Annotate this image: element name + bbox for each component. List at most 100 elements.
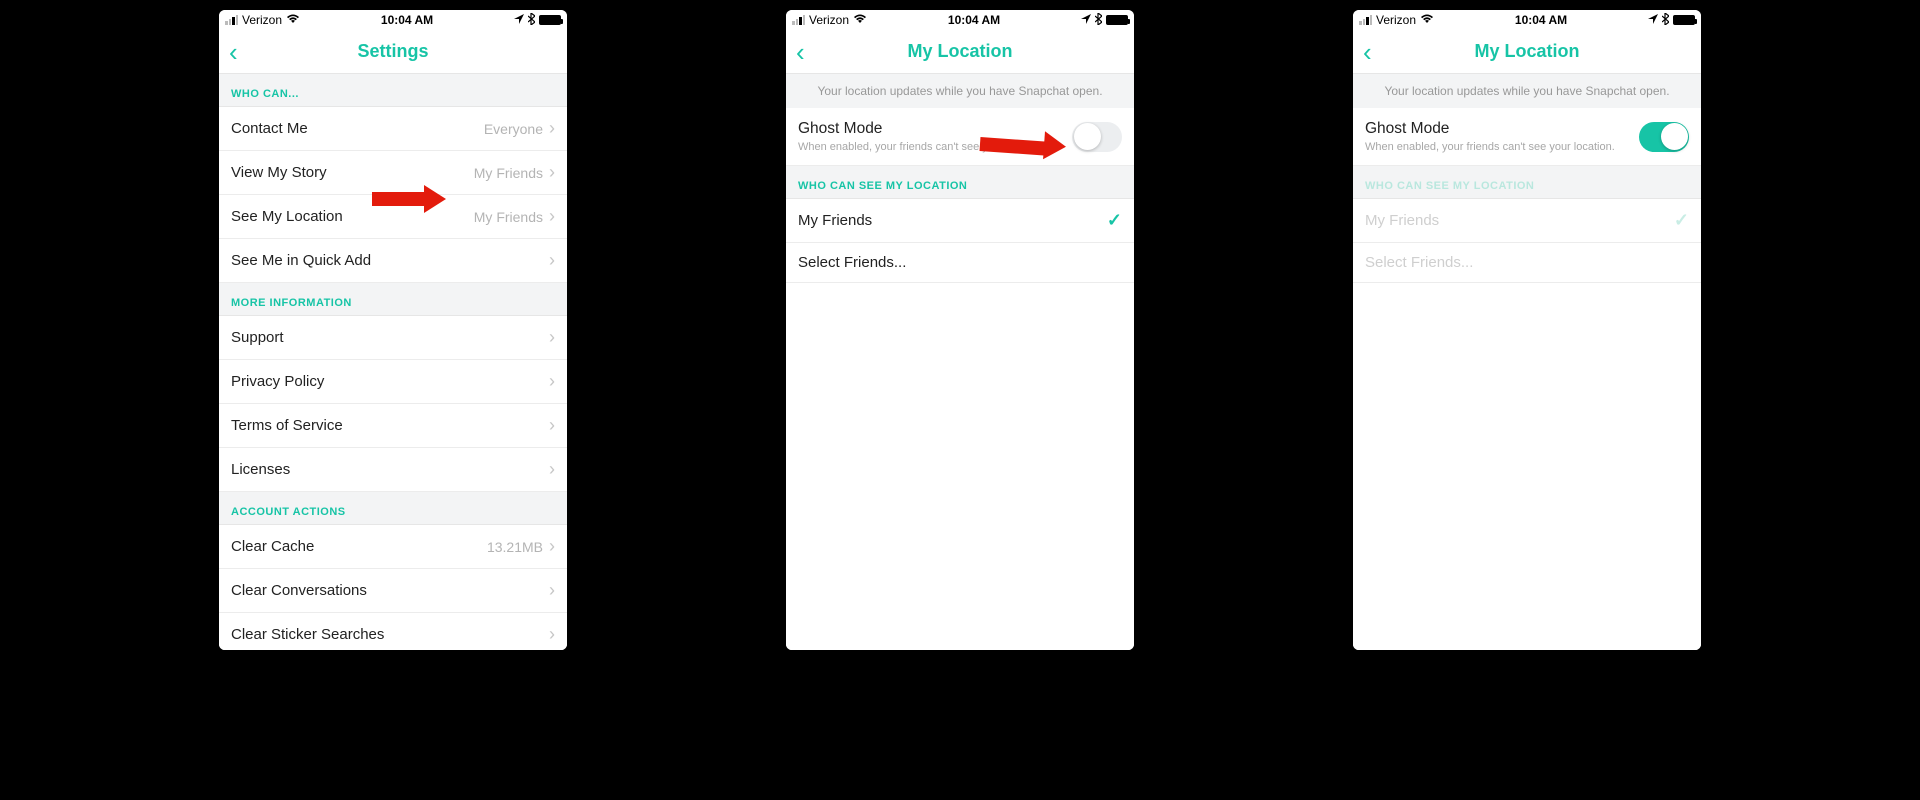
row-label: Contact Me	[231, 120, 308, 137]
page-title: My Location	[907, 41, 1012, 62]
check-icon: ✓	[1107, 210, 1122, 231]
status-left: Verizon	[792, 13, 867, 27]
section-header: WHO CAN SEE MY LOCATION	[1353, 166, 1701, 199]
nav-bar: ‹ My Location	[786, 30, 1134, 74]
back-icon[interactable]: ‹	[1363, 39, 1372, 65]
chevron-right-icon: ›	[549, 624, 555, 645]
status-time: 10:04 AM	[1515, 13, 1567, 27]
signal-icon	[1359, 15, 1372, 25]
row-label: My Friends	[798, 212, 872, 229]
settings-row[interactable]: Licenses ›	[219, 448, 567, 492]
ghost-mode-title: Ghost Mode	[798, 120, 1048, 138]
info-text: Your location updates while you have Sna…	[1353, 74, 1701, 108]
bluetooth-icon	[528, 13, 535, 28]
signal-icon	[225, 15, 238, 25]
ghost-mode-title: Ghost Mode	[1365, 120, 1615, 138]
carrier-label: Verizon	[809, 13, 849, 27]
row-label: Privacy Policy	[231, 373, 324, 390]
row-value: ›	[549, 250, 555, 271]
row-label: Terms of Service	[231, 417, 343, 434]
carrier-label: Verizon	[242, 13, 282, 27]
row-value: My Friends›	[474, 162, 555, 183]
phone-location-on: Verizon 10:04 AM ‹ My Location Your loca…	[1353, 10, 1701, 650]
status-time: 10:04 AM	[381, 13, 433, 27]
battery-icon	[539, 15, 561, 25]
location-option-row[interactable]: My Friends ✓	[786, 199, 1134, 243]
location-icon	[514, 13, 524, 27]
check-icon: ✓	[1674, 210, 1689, 231]
back-icon[interactable]: ‹	[229, 39, 238, 65]
row-value: ›	[549, 327, 555, 348]
status-right	[1081, 13, 1128, 28]
location-panel: Your location updates while you have Sna…	[786, 74, 1134, 650]
chevron-right-icon: ›	[549, 415, 555, 436]
status-right	[1648, 13, 1695, 28]
chevron-right-icon: ›	[549, 580, 555, 601]
row-value: Everyone›	[484, 118, 555, 139]
row-label: Support	[231, 329, 284, 346]
ghost-mode-toggle[interactable]	[1072, 122, 1122, 152]
chevron-right-icon: ›	[549, 459, 555, 480]
settings-row[interactable]: Contact Me Everyone›	[219, 107, 567, 151]
row-label: Licenses	[231, 461, 290, 478]
wifi-icon	[853, 14, 867, 27]
bluetooth-icon	[1095, 13, 1102, 28]
chevron-right-icon: ›	[549, 118, 555, 139]
ghost-mode-row: Ghost Mode When enabled, your friends ca…	[1353, 108, 1701, 166]
status-bar: Verizon 10:04 AM	[1353, 10, 1701, 30]
info-text: Your location updates while you have Sna…	[786, 74, 1134, 108]
settings-row[interactable]: Clear Cache13.21MB›	[219, 525, 567, 569]
row-label: See Me in Quick Add	[231, 252, 371, 269]
wifi-icon	[286, 14, 300, 27]
row-value: ›	[549, 459, 555, 480]
row-value: ›	[549, 415, 555, 436]
phone-location-off: Verizon 10:04 AM ‹ My Location Your loca…	[786, 10, 1134, 650]
settings-row[interactable]: Clear Conversations ›	[219, 569, 567, 613]
signal-icon	[792, 15, 805, 25]
chevron-right-icon: ›	[549, 327, 555, 348]
status-left: Verizon	[225, 13, 300, 27]
row-label: Clear Conversations	[231, 582, 367, 599]
section-header: MORE INFORMATION	[219, 283, 567, 316]
row-label: Select Friends...	[1365, 254, 1473, 271]
carrier-label: Verizon	[1376, 13, 1416, 27]
row-label: My Friends	[1365, 212, 1439, 229]
ghost-mode-toggle[interactable]	[1639, 122, 1689, 152]
section-header: WHO CAN...	[219, 74, 567, 107]
battery-icon	[1673, 15, 1695, 25]
settings-row[interactable]: Privacy Policy ›	[219, 360, 567, 404]
nav-bar: ‹ My Location	[1353, 30, 1701, 74]
location-option-row: My Friends ✓	[1353, 199, 1701, 243]
settings-row[interactable]: Clear Sticker Searches ›	[219, 613, 567, 650]
battery-icon	[1106, 15, 1128, 25]
location-icon	[1648, 13, 1658, 27]
chevron-right-icon: ›	[549, 371, 555, 392]
chevron-right-icon: ›	[549, 162, 555, 183]
status-bar: Verizon 10:04 AM	[219, 10, 567, 30]
back-icon[interactable]: ‹	[796, 39, 805, 65]
location-option-row[interactable]: Select Friends...	[786, 243, 1134, 283]
status-left: Verizon	[1359, 13, 1434, 27]
settings-row[interactable]: Terms of Service ›	[219, 404, 567, 448]
settings-row[interactable]: View My StoryMy Friends›	[219, 151, 567, 195]
row-label: Clear Cache	[231, 538, 314, 555]
row-value: ›	[549, 580, 555, 601]
settings-row[interactable]: See Me in Quick Add ›	[219, 239, 567, 283]
nav-bar: ‹ Settings	[219, 30, 567, 74]
row-label: See My Location	[231, 208, 343, 225]
status-bar: Verizon 10:04 AM	[786, 10, 1134, 30]
settings-list[interactable]: WHO CAN... Contact Me Everyone› View My Sto…	[219, 74, 567, 650]
status-right	[514, 13, 561, 28]
location-option-row: Select Friends...	[1353, 243, 1701, 283]
row-label: Select Friends...	[798, 254, 906, 271]
status-time: 10:04 AM	[948, 13, 1000, 27]
row-value: ›	[549, 371, 555, 392]
settings-row[interactable]: Support ›	[219, 316, 567, 360]
wifi-icon	[1420, 14, 1434, 27]
chevron-right-icon: ›	[549, 250, 555, 271]
page-title: Settings	[357, 41, 428, 62]
chevron-right-icon: ›	[549, 536, 555, 557]
row-value: My Friends›	[474, 206, 555, 227]
row-label: Clear Sticker Searches	[231, 626, 384, 643]
location-panel: Your location updates while you have Sna…	[1353, 74, 1701, 650]
